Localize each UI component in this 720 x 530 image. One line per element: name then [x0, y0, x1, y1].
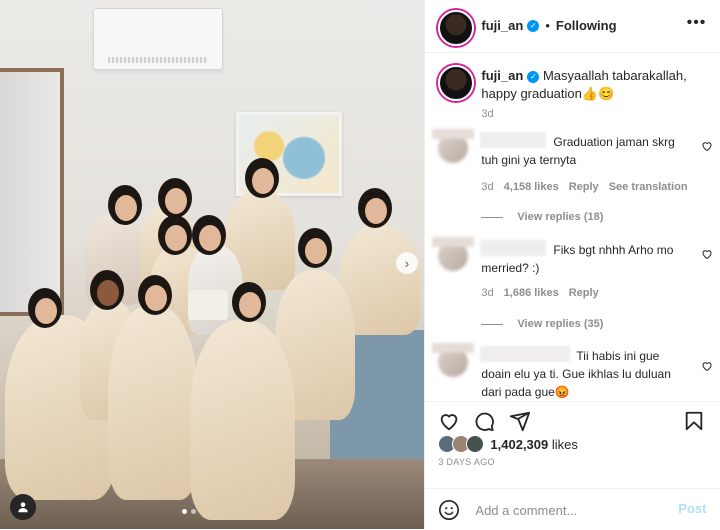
heart-icon	[702, 250, 712, 260]
comment-time: 3d	[481, 287, 494, 299]
separator: •	[545, 18, 550, 33]
verified-badge-icon: ✓	[527, 70, 540, 83]
person-head	[138, 275, 172, 315]
person-head	[298, 228, 332, 268]
view-replies-label: View replies (18)	[517, 211, 604, 223]
share-icon	[510, 411, 531, 432]
post-header: fuji_an ✓ • Following •••	[425, 0, 720, 53]
caption-time: 3d	[481, 108, 494, 120]
author-avatar[interactable]	[438, 10, 475, 46]
view-replies-label: View replies (35)	[517, 318, 604, 330]
reply-button[interactable]: Reply	[569, 287, 599, 299]
door	[0, 68, 64, 316]
heart-icon	[441, 414, 458, 431]
add-comment-bar: Post	[425, 488, 720, 530]
person-head	[158, 215, 192, 255]
comment-text: Graduation jaman skrg tuh gini ya ternyt…	[481, 135, 675, 167]
person-robe	[108, 305, 198, 500]
comment-icon	[475, 412, 495, 432]
comment-item: Tii habis ini gue doain elu ya ti. Gue i…	[432, 343, 713, 401]
caption-username[interactable]: fuji_an	[481, 68, 523, 83]
comment-meta: 3d 4,158 likes Reply See translation	[481, 181, 687, 193]
comment-like-button[interactable]	[701, 247, 713, 260]
verified-badge-icon: ✓	[527, 19, 540, 32]
commenter-avatar-blurred	[432, 237, 475, 271]
caption-avatar[interactable]	[438, 65, 475, 101]
comment-meta: 3d 1,686 likes Reply	[481, 287, 598, 299]
graduation-cake	[188, 290, 228, 320]
liker-avatar	[466, 435, 485, 453]
slide-indicator	[182, 509, 196, 514]
air-conditioner	[93, 8, 223, 70]
comment-item: Graduation jaman skrg tuh gini ya ternyt…	[432, 129, 713, 233]
person-head	[108, 185, 142, 225]
comments-list[interactable]: fuji_an ✓ Masyaallah tabarakallah, happy …	[425, 53, 720, 401]
heart-icon	[702, 142, 712, 152]
chevron-right-icon: ›	[404, 255, 410, 271]
emoji-picker-button[interactable]	[438, 499, 460, 521]
save-button[interactable]	[683, 410, 705, 432]
person-head	[358, 188, 392, 228]
comment-like-button[interactable]	[701, 359, 713, 372]
post-photo[interactable]: ›	[0, 0, 425, 529]
tagged-users-button[interactable]	[10, 494, 36, 520]
person-head	[192, 215, 226, 255]
like-button[interactable]	[438, 410, 460, 432]
emoji-icon	[439, 500, 460, 520]
person-head	[28, 288, 62, 328]
post-comment-button[interactable]: Post	[678, 501, 706, 516]
slide-dot	[182, 509, 187, 514]
author-info: fuji_an ✓ • Following	[481, 18, 616, 33]
next-slide-button[interactable]: ›	[396, 252, 418, 274]
instagram-post-modal: › fuji_an ✓ • Following ••• fuji_an ✓ Ma…	[0, 0, 720, 529]
comment-item: Fiks bgt nhhh Arho mo merried? :) 3d 1,6…	[432, 237, 713, 341]
see-translation-button[interactable]: See translation	[609, 181, 688, 193]
post-date: 3 DAYS AGO	[438, 457, 495, 467]
post-actions	[425, 401, 720, 432]
comment-like-button[interactable]	[701, 139, 713, 152]
more-options-icon[interactable]: •••	[687, 14, 707, 32]
view-replies-button[interactable]: View replies (35)	[481, 318, 603, 330]
person-robe	[190, 320, 295, 520]
add-comment-input[interactable]	[473, 499, 658, 521]
liker-avatars	[438, 435, 485, 453]
share-button[interactable]	[509, 410, 531, 432]
view-replies-button[interactable]: View replies (18)	[481, 211, 603, 223]
comment-time: 3d	[481, 181, 494, 193]
person-head	[232, 282, 266, 322]
bookmark-icon	[686, 411, 703, 431]
following-button[interactable]: Following	[556, 18, 617, 33]
post-side-panel: fuji_an ✓ • Following ••• fuji_an ✓ Masya…	[424, 0, 720, 529]
replies-divider	[481, 323, 504, 325]
comment-likes[interactable]: 4,158 likes	[504, 181, 559, 193]
reply-button[interactable]: Reply	[569, 181, 599, 193]
caption-text: fuji_an ✓ Masyaallah tabarakallah, happy …	[481, 67, 706, 103]
likes-count[interactable]: 1,402,309 likes	[490, 437, 577, 452]
slide-dot	[191, 509, 196, 514]
comment-button[interactable]	[473, 410, 495, 432]
person-head	[90, 270, 124, 310]
person-head	[245, 158, 279, 198]
comment-likes[interactable]: 1,686 likes	[504, 287, 559, 299]
likes-summary[interactable]: 1,402,309 likes	[438, 435, 578, 453]
person-head	[158, 178, 192, 218]
commenter-avatar-blurred	[432, 343, 475, 377]
author-username[interactable]: fuji_an	[481, 18, 523, 33]
comment-text: Fiks bgt nhhh Arho mo merried? :)	[481, 243, 674, 275]
comment-text: Tii habis ini gue doain elu ya ti. Gue i…	[481, 349, 671, 399]
heart-icon	[702, 362, 712, 372]
user-tag-icon	[18, 502, 28, 513]
replies-divider	[481, 216, 504, 218]
commenter-avatar-blurred	[432, 129, 475, 163]
